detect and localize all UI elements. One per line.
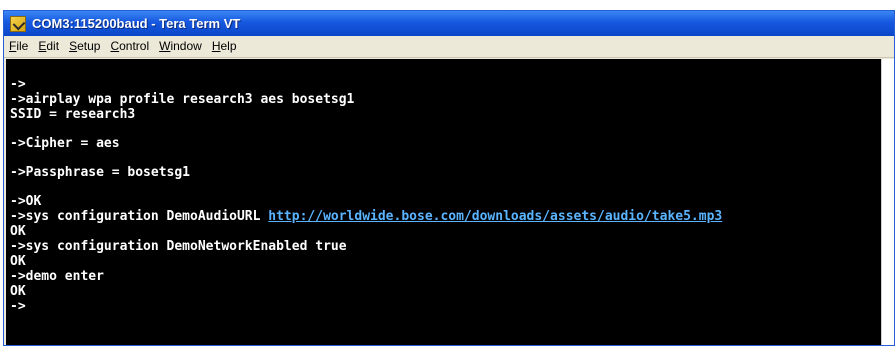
- terminal-prompt: ->: [10, 299, 26, 314]
- menu-setup[interactable]: Setup: [64, 36, 105, 57]
- terminal-lines: -> ->airplay wpa profile research3 aes b…: [10, 77, 882, 314]
- tera-term-window: COM3:115200baud - Tera Term VT File Edit…: [3, 10, 895, 346]
- terminal-line: ->sys configuration DemoAudioURL http://…: [10, 209, 723, 224]
- terminal-line: SSID = research3: [10, 107, 136, 122]
- terminal-output[interactable]: -> ->airplay wpa profile research3 aes b…: [6, 59, 882, 345]
- terminal-line: OK: [10, 284, 26, 299]
- terminal-blank: [10, 180, 882, 194]
- terminal-blank: [10, 122, 882, 136]
- terminal-line: ->demo enter: [10, 269, 104, 284]
- title-bar[interactable]: COM3:115200baud - Tera Term VT: [4, 11, 894, 36]
- vertical-scrollbar[interactable]: [881, 59, 894, 345]
- terminal-line: ->Cipher = aes: [10, 136, 120, 151]
- terminal-line: ->: [10, 77, 26, 92]
- terminal-line: ->sys configuration DemoNetworkEnabled t…: [10, 239, 347, 254]
- terminal-line: ->OK: [10, 194, 42, 209]
- menu-control[interactable]: Control: [105, 36, 154, 57]
- menu-bar: File Edit Setup Control Window Help: [4, 36, 894, 58]
- terminal-line: OK: [10, 254, 26, 269]
- demo-audio-url-link[interactable]: http://worldwide.bose.com/downloads/asse…: [268, 209, 722, 224]
- terminal-line: OK: [10, 224, 26, 239]
- menu-file[interactable]: File: [4, 36, 33, 57]
- window-title: COM3:115200baud - Tera Term VT: [32, 16, 241, 31]
- tera-term-app-icon[interactable]: [10, 15, 26, 32]
- menu-window[interactable]: Window: [154, 36, 207, 57]
- terminal-blank: [10, 151, 882, 165]
- menu-help[interactable]: Help: [207, 36, 242, 57]
- terminal-line: ->airplay wpa profile research3 aes bose…: [10, 92, 355, 107]
- terminal-line: ->Passphrase = bosetsg1: [10, 165, 191, 180]
- menu-edit[interactable]: Edit: [33, 36, 64, 57]
